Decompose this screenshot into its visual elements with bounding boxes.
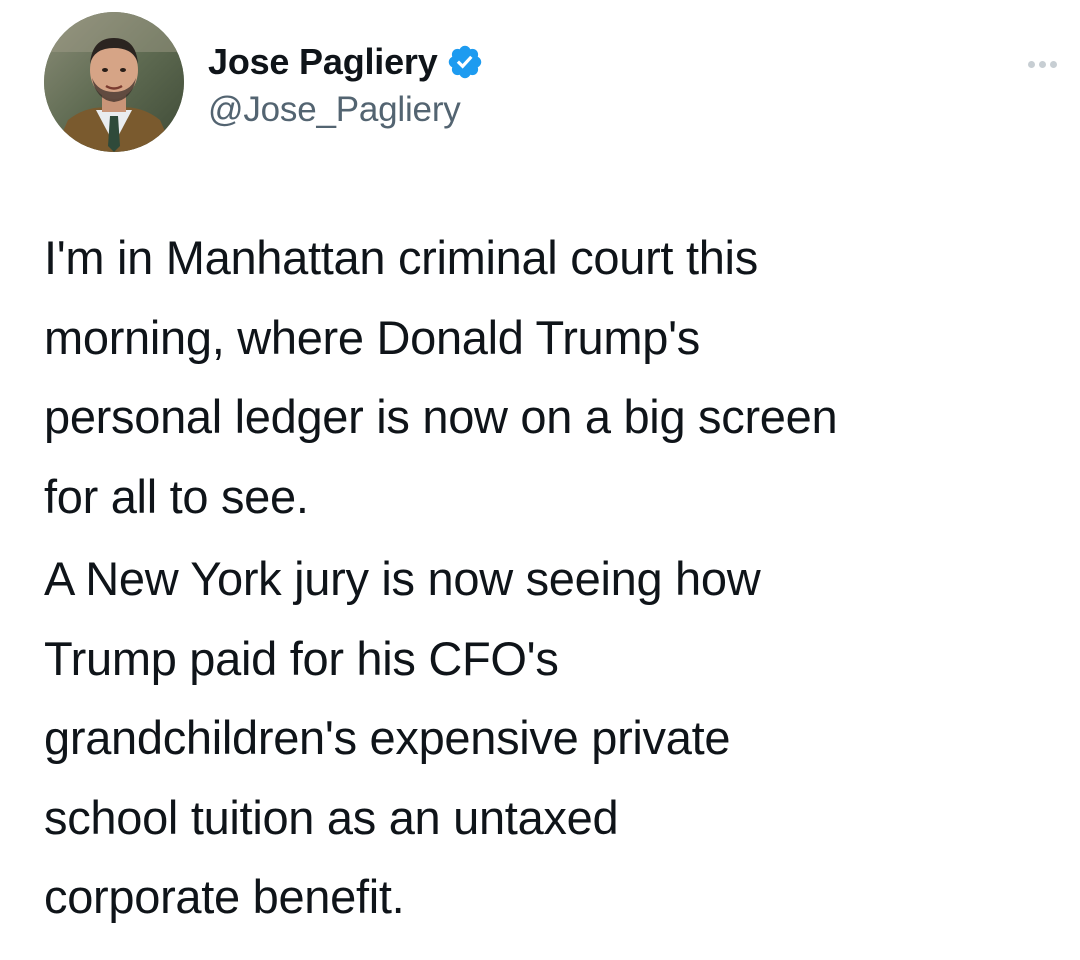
- tweet-text: I'm in Manhattan criminal court this mor…: [44, 218, 1054, 937]
- tweet-header: Jose Pagliery @Jose_Pagliery: [44, 12, 1057, 160]
- tweet-paragraph: A New York jury is now seeing how Trump …: [44, 552, 761, 923]
- tweet-card: Jose Pagliery @Jose_Pagliery I'm in Manh…: [0, 0, 1080, 960]
- avatar[interactable]: [44, 12, 184, 152]
- more-options-icon[interactable]: [1010, 44, 1074, 84]
- display-name-row: Jose Pagliery: [208, 36, 484, 88]
- verified-badge-icon: [446, 43, 484, 81]
- author-handle[interactable]: @Jose_Pagliery: [208, 90, 484, 130]
- tweet-paragraph: I'm in Manhattan criminal court this mor…: [44, 231, 838, 523]
- display-name[interactable]: Jose Pagliery: [208, 41, 438, 83]
- more-dot: [1027, 60, 1035, 68]
- more-dot: [1049, 60, 1057, 68]
- author-block: Jose Pagliery @Jose_Pagliery: [208, 36, 484, 130]
- avatar-photo: [44, 12, 184, 152]
- more-dot: [1038, 60, 1046, 68]
